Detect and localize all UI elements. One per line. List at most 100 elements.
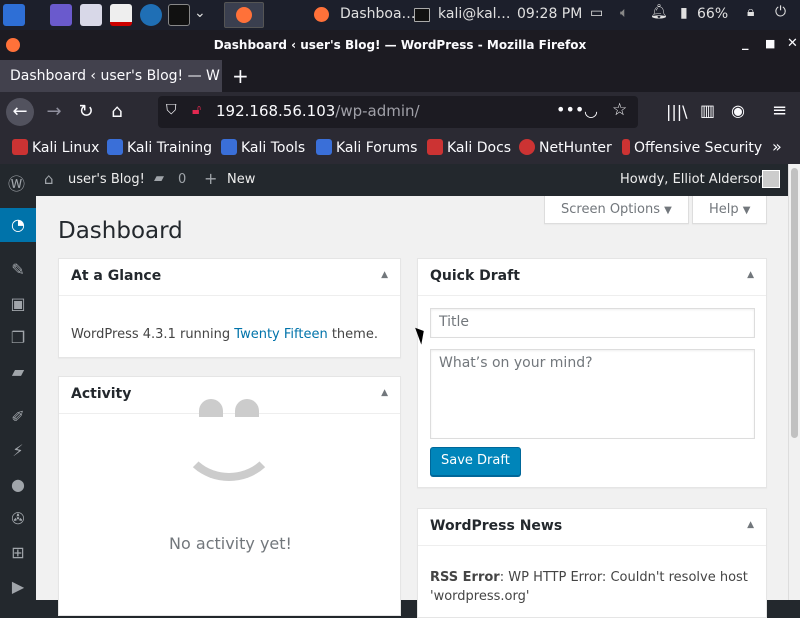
power-icon[interactable]: ⏻	[775, 4, 786, 20]
bookmark-kali-tools[interactable]: Kali Tools	[221, 139, 305, 156]
bookmark-offensive-security[interactable]: Offensive Security	[622, 139, 762, 156]
url-bar[interactable]: ⛉ 🔓︎ 192.168.56.103/wp-admin/ ••• ◡ ☆	[158, 96, 638, 128]
library-icon[interactable]: |||\	[666, 102, 688, 121]
insecure-lock-icon[interactable]: 🔓︎	[192, 102, 201, 118]
tab-dashboard[interactable]: Dashboard ‹ user's Blog! — W	[0, 60, 222, 92]
caret-down-icon: ▼	[742, 205, 751, 216]
pocket-icon[interactable]: ◡	[584, 101, 598, 120]
firefox-icon	[314, 7, 329, 22]
file-manager-icon[interactable]	[80, 4, 102, 26]
minimize-icon[interactable]: _	[742, 36, 749, 51]
widget-body: WordPress 4.3.1 running Twenty Fifteen t…	[71, 327, 378, 342]
dashboard-gauge-icon: ◔	[11, 215, 25, 234]
dashboard-content: Screen Options ▼ Help ▼ Dashboard At a G…	[36, 196, 788, 618]
firefox-icon	[236, 7, 252, 23]
close-icon[interactable]: ✕	[787, 36, 798, 51]
battery-icon[interactable]: ▮	[680, 5, 688, 21]
avatar[interactable]	[762, 170, 780, 188]
kali-tools-icon	[221, 139, 237, 155]
terminal-icon	[414, 8, 430, 22]
kali-menu-icon[interactable]	[3, 4, 25, 26]
kali-forums-icon	[316, 139, 332, 155]
help-button[interactable]: Help ▼	[692, 196, 768, 224]
new-content-link[interactable]: New	[227, 172, 255, 187]
posts-pin-icon[interactable]: ✎	[8, 260, 28, 280]
bookmark-kali-linux[interactable]: Kali Linux	[12, 139, 99, 156]
no-activity-message: No activity yet!	[169, 534, 292, 553]
maximize-icon[interactable]: ■	[765, 37, 775, 50]
quick-draft-widget: Quick Draft ▲ Title What’s on your mind?…	[417, 258, 767, 488]
home-icon: ⌂	[44, 170, 54, 188]
appearance-brush-icon[interactable]: ✐	[8, 407, 28, 427]
clock[interactable]: 09:28 PM	[517, 6, 582, 22]
draft-title-input[interactable]: Title	[430, 308, 755, 338]
plugins-icon[interactable]: ⚡︎	[8, 441, 28, 461]
window-titlebar: Dashboard ‹ user's Blog! — WordPress - M…	[0, 30, 800, 60]
back-button-icon[interactable]: ←	[6, 98, 34, 126]
bookmark-kali-training[interactable]: Kali Training	[107, 139, 212, 156]
collapse-menu-icon[interactable]: ▶	[8, 577, 28, 597]
account-icon[interactable]: ◉	[731, 101, 745, 120]
sidebar-icon[interactable]: ▥	[700, 101, 715, 120]
volume-icon[interactable]: 🔈︎	[620, 5, 628, 21]
users-icon[interactable]: ●	[8, 475, 28, 495]
wp-admin-bar: Ⓦ ⌂ user's Blog! ▰ 0 + New Howdy, Elliot…	[0, 164, 800, 196]
plus-icon: +	[204, 169, 218, 188]
caret-down-icon: ▼	[664, 205, 672, 216]
network-icon[interactable]: ▭	[590, 5, 603, 21]
screen-options-button[interactable]: Screen Options ▼	[544, 196, 689, 224]
scrollbar-thumb[interactable]	[791, 168, 798, 438]
chevron-down-icon[interactable]: ⌄	[194, 5, 206, 21]
workspace-switcher[interactable]	[224, 2, 264, 28]
bookmark-star-icon[interactable]: ☆	[612, 100, 627, 120]
wordpress-logo-icon[interactable]: Ⓦ	[8, 170, 25, 195]
lock-icon[interactable]: 🔒︎	[747, 4, 754, 20]
taskbar-firefox-task[interactable]: Dashboa…	[340, 6, 416, 22]
tools-wrench-icon[interactable]: ✇	[8, 509, 28, 529]
shield-icon[interactable]: ⛉	[166, 102, 177, 118]
text-editor-icon[interactable]	[110, 4, 132, 26]
widget-header[interactable]: At a Glance ▲	[59, 259, 400, 296]
browser-globe-icon[interactable]	[140, 4, 162, 26]
widget-title: Quick Draft	[430, 268, 520, 284]
howdy-greeting[interactable]: Howdy, Elliot Alderson	[620, 172, 766, 187]
forward-button-icon[interactable]: →	[40, 98, 68, 126]
activity-widget: Activity ▲ No activity yet!	[58, 376, 401, 616]
rss-error-message: RSS Error: WP HTTP Error: Couldn't resol…	[430, 570, 748, 604]
more-bookmarks-icon[interactable]: »	[772, 137, 782, 156]
settings-icon[interactable]: ⊞	[8, 543, 28, 563]
hamburger-menu-icon[interactable]: ≡	[772, 100, 787, 121]
home-icon[interactable]: ⌂	[103, 98, 131, 126]
media-icon[interactable]: ▣	[8, 294, 28, 314]
bookmark-kali-forums[interactable]: Kali Forums	[316, 139, 417, 156]
rss-error-label: RSS Error	[430, 570, 500, 585]
battery-percent: 66%	[697, 6, 729, 22]
toggle-arrow-icon[interactable]: ▲	[381, 388, 388, 398]
reload-icon[interactable]: ↻	[72, 98, 100, 126]
toggle-arrow-icon[interactable]: ▲	[747, 270, 754, 280]
page-scrollbar[interactable]	[788, 164, 800, 600]
save-draft-button[interactable]: Save Draft	[430, 447, 521, 476]
theme-link[interactable]: Twenty Fifteen	[234, 327, 327, 342]
comment-count[interactable]: 0	[178, 172, 186, 187]
comments-icon[interactable]: ▰	[8, 362, 28, 382]
toggle-arrow-icon[interactable]: ▲	[747, 520, 754, 530]
widget-header[interactable]: WordPress News ▲	[418, 509, 766, 546]
toggle-arrow-icon[interactable]: ▲	[381, 270, 388, 280]
notification-bell-icon[interactable]: 🔔︎	[650, 4, 668, 20]
widget-header[interactable]: Quick Draft ▲	[418, 259, 766, 296]
widget-title: WordPress News	[430, 518, 563, 534]
site-name-link[interactable]: user's Blog!	[68, 172, 145, 187]
draft-content-textarea[interactable]: What’s on your mind?	[430, 349, 755, 439]
page-actions-icon[interactable]: •••	[556, 100, 584, 119]
new-tab-icon[interactable]: +	[232, 64, 249, 88]
taskbar-terminal-task[interactable]: kali@kal…	[438, 6, 511, 22]
desktop-icon[interactable]	[50, 4, 72, 26]
bookmark-kali-docs[interactable]: Kali Docs	[427, 139, 511, 156]
kali-dragon-icon	[12, 139, 28, 155]
pages-icon[interactable]: ❐	[8, 328, 28, 348]
terminal-launch-icon[interactable]	[168, 4, 190, 26]
comment-bubble-icon[interactable]: ▰	[154, 171, 164, 186]
bookmark-nethunter[interactable]: NetHunter	[519, 139, 612, 156]
menu-dashboard[interactable]: ◔	[0, 208, 36, 242]
